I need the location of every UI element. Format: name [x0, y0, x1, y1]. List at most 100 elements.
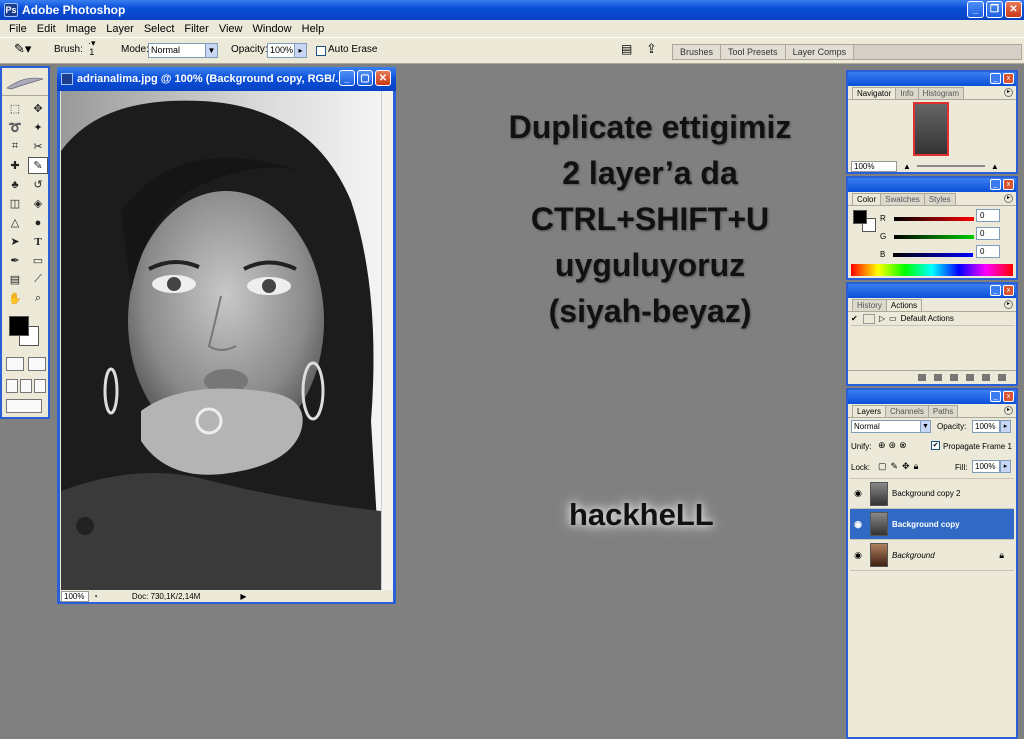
brush-picker[interactable]: ·▾ 1: [88, 39, 96, 57]
eraser-tool-icon[interactable]: ◫: [5, 195, 25, 212]
visibility-eye-icon[interactable]: ◉: [850, 550, 866, 561]
expand-triangle-icon[interactable]: ▷: [879, 314, 889, 323]
blur-tool-icon[interactable]: △: [5, 214, 25, 231]
layers-palette-header[interactable]: _ x: [848, 390, 1016, 404]
layer-opacity-input[interactable]: 100%: [972, 420, 1000, 433]
action-set-row[interactable]: ✔ ▷ ▭ Default Actions: [851, 312, 1015, 326]
tab-history[interactable]: History: [852, 299, 887, 311]
navigator-palette-header[interactable]: _ x: [848, 72, 1016, 86]
layers-menu-icon[interactable]: ▸: [1004, 406, 1013, 415]
image-ready-icon[interactable]: ⇪: [646, 41, 657, 57]
action-toggle-check-icon[interactable]: ✔: [851, 314, 863, 323]
shape-tool-icon[interactable]: ▭: [28, 252, 48, 269]
trash-icon[interactable]: [998, 374, 1006, 381]
propagate-frame-checkbox[interactable]: ✔: [931, 441, 940, 450]
paint-bucket-tool-icon[interactable]: ◈: [28, 195, 48, 212]
pen-tool-icon[interactable]: ✒: [5, 252, 25, 269]
layer-row[interactable]: ◉ Background copy 2: [850, 478, 1014, 509]
actions-minimize-button[interactable]: _: [990, 285, 1001, 296]
g-slider[interactable]: [894, 234, 975, 239]
well-tool-presets[interactable]: Tool Presets: [721, 45, 786, 59]
imageready-jump-icon[interactable]: [6, 399, 42, 413]
r-slider[interactable]: [893, 216, 974, 221]
history-brush-tool-icon[interactable]: ↺: [28, 176, 48, 193]
mode-dropdown-icon[interactable]: ▼: [205, 43, 218, 58]
notes-tool-icon[interactable]: ▤: [5, 271, 25, 288]
quick-mask-mode-icon[interactable]: [28, 357, 46, 371]
path-selection-tool-icon[interactable]: ➤: [5, 233, 25, 250]
file-browser-icon[interactable]: ▤: [621, 42, 632, 56]
color-close-button[interactable]: x: [1003, 179, 1014, 190]
navigator-close-button[interactable]: x: [1003, 73, 1014, 84]
doc-maximize-button[interactable]: ▢: [357, 70, 373, 86]
navigator-zoom-slider[interactable]: [916, 165, 985, 167]
navigator-minimize-button[interactable]: _: [990, 73, 1001, 84]
stop-icon[interactable]: [918, 374, 926, 381]
standard-mode-icon[interactable]: [6, 357, 24, 371]
hand-tool-icon[interactable]: ✋: [5, 290, 25, 307]
doc-zoom-field[interactable]: 100%: [61, 590, 89, 602]
pencil-tool-icon[interactable]: ✎: [28, 157, 48, 174]
restore-button[interactable]: ❐: [986, 1, 1003, 18]
full-screen-menu-mode-icon[interactable]: [20, 379, 32, 393]
lock-icons[interactable]: ▢✎✥🔒︎: [878, 461, 922, 472]
crop-tool-icon[interactable]: ⌗: [5, 138, 25, 155]
lasso-tool-icon[interactable]: ➰: [5, 119, 25, 136]
tab-swatches[interactable]: Swatches: [880, 193, 925, 205]
photoshop-feather-icon[interactable]: [2, 68, 48, 96]
color-minimize-button[interactable]: _: [990, 179, 1001, 190]
actions-menu-icon[interactable]: ▸: [1004, 300, 1013, 309]
layer-row[interactable]: ◉ Background copy: [850, 509, 1014, 540]
foreground-color-swatch[interactable]: [9, 316, 29, 336]
vertical-scrollbar[interactable]: [381, 91, 393, 590]
tab-layers[interactable]: Layers: [852, 405, 887, 417]
slice-tool-icon[interactable]: ✂: [28, 138, 48, 155]
menu-filter[interactable]: Filter: [179, 23, 213, 35]
zoom-in-icon[interactable]: ▲: [991, 162, 999, 171]
standard-screen-mode-icon[interactable]: [6, 379, 18, 393]
dodge-tool-icon[interactable]: ●: [28, 214, 48, 231]
layer-row[interactable]: ◉ Background 🔒︎: [850, 540, 1014, 571]
tab-styles[interactable]: Styles: [923, 193, 956, 205]
minimize-button[interactable]: _: [967, 1, 984, 18]
tab-info[interactable]: Info: [895, 87, 919, 99]
tab-actions[interactable]: Actions: [885, 299, 923, 311]
mode-select[interactable]: Normal: [148, 43, 206, 58]
fill-arrow-icon[interactable]: ▸: [1000, 460, 1011, 473]
healing-brush-tool-icon[interactable]: ✚: [5, 157, 25, 174]
opacity-input[interactable]: 100%: [267, 43, 295, 58]
menu-window[interactable]: Window: [248, 23, 297, 35]
auto-erase-checkbox[interactable]: [316, 46, 326, 56]
menu-edit[interactable]: Edit: [32, 23, 61, 35]
g-value-input[interactable]: 0: [976, 227, 1000, 240]
record-icon[interactable]: [934, 374, 942, 381]
color-fg-swatch[interactable]: [853, 210, 867, 224]
document-titlebar[interactable]: adrianalima.jpg @ 100% (Background copy,…: [57, 67, 396, 91]
tab-navigator[interactable]: Navigator: [852, 87, 897, 99]
doc-minimize-button[interactable]: _: [339, 70, 355, 86]
tab-histogram[interactable]: Histogram: [917, 87, 965, 99]
navigator-menu-icon[interactable]: ▸: [1004, 88, 1013, 97]
zoom-tool-icon[interactable]: ⌕: [28, 290, 48, 307]
b-value-input[interactable]: 0: [976, 245, 1000, 258]
doc-close-button[interactable]: ✕: [375, 70, 391, 86]
navigator-zoom-field[interactable]: 100%: [851, 160, 897, 172]
fill-input[interactable]: 100%: [972, 460, 1000, 473]
tab-paths[interactable]: Paths: [927, 405, 959, 417]
doc-info-icon[interactable]: ◔: [93, 592, 98, 601]
zoom-out-icon[interactable]: ▲: [903, 162, 911, 171]
menu-help[interactable]: Help: [297, 23, 330, 35]
blend-mode-dropdown-icon[interactable]: ▼: [920, 420, 931, 433]
move-tool-icon[interactable]: ✥: [28, 100, 48, 117]
tab-color[interactable]: Color: [852, 193, 882, 205]
play-icon[interactable]: [950, 374, 958, 381]
eyedropper-tool-icon[interactable]: ⟋: [28, 271, 48, 288]
navigator-thumbnail[interactable]: [913, 102, 949, 156]
opacity-slider-arrow-icon[interactable]: ▸: [294, 43, 307, 58]
full-screen-mode-icon[interactable]: [34, 379, 46, 393]
menu-select[interactable]: Select: [139, 23, 180, 35]
magic-wand-tool-icon[interactable]: ✦: [28, 119, 48, 136]
new-set-icon[interactable]: [966, 374, 974, 381]
r-value-input[interactable]: 0: [976, 209, 1000, 222]
actions-palette-header[interactable]: _ x: [848, 284, 1016, 298]
